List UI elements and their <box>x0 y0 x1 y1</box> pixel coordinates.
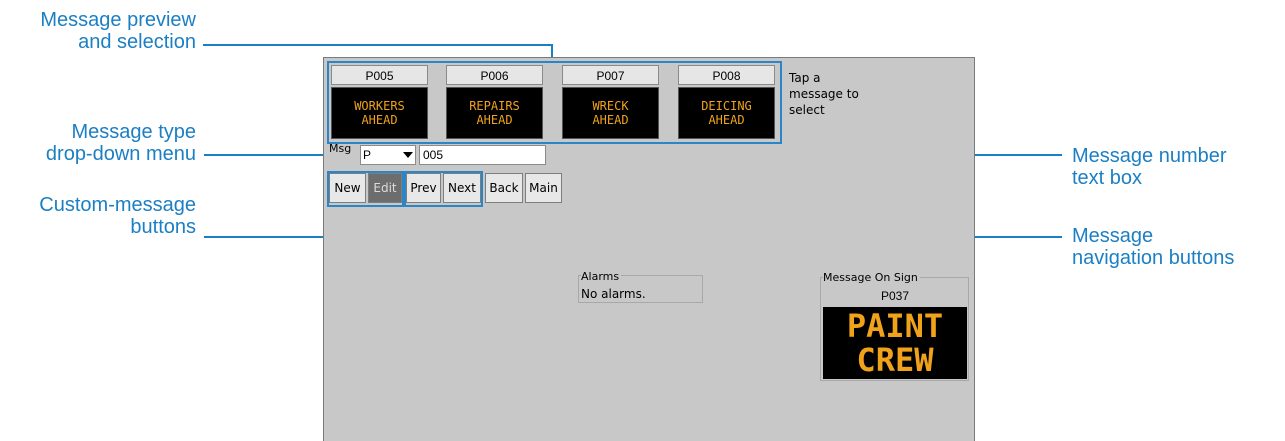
number-box-callout-line1: Message number <box>1072 145 1227 167</box>
preview-callout-line1: Message preview <box>40 9 196 31</box>
nav-buttons-callout: Message navigation buttons <box>1072 225 1282 269</box>
message-type-value: P <box>363 148 372 162</box>
sign-line1: PAINT <box>846 307 944 345</box>
message-number-value: 005 <box>423 148 444 162</box>
custom-buttons-callout-line2: buttons <box>130 216 196 238</box>
alarms-title: Alarms <box>581 270 622 283</box>
sign-display: PAINT CREW <box>823 307 967 379</box>
message-on-sign-title: Message On Sign <box>823 271 920 284</box>
message-preview-highlight <box>327 61 782 144</box>
custom-buttons-callout-line1: Custom-message <box>39 194 196 216</box>
message-type-select[interactable]: P <box>360 145 416 165</box>
sign-message-id: P037 <box>880 289 910 303</box>
main-button[interactable]: Main <box>525 173 562 203</box>
type-menu-callout-line1: Message type <box>71 121 196 143</box>
number-box-callout-line2: text box <box>1072 167 1143 189</box>
nav-buttons-callout-line1: Message <box>1072 225 1154 247</box>
msg-label: Msg <box>329 142 352 155</box>
preview-callout-line2: and selection <box>78 31 196 53</box>
alarms-status-text: No alarms. <box>581 287 646 301</box>
message-number-input[interactable]: 005 <box>419 145 546 165</box>
nav-buttons-callout-line2: navigation buttons <box>1072 247 1235 269</box>
custom-buttons-highlight <box>327 171 404 207</box>
type-menu-callout-line2: drop-down menu <box>45 143 196 165</box>
chevron-down-icon[interactable] <box>403 152 413 158</box>
back-button[interactable]: Back <box>485 173 523 203</box>
preview-callout: Message preview and selection <box>0 9 196 53</box>
custom-buttons-callout: Custom-message buttons <box>0 194 196 238</box>
select-hint-text: Tap a message to select <box>789 71 859 117</box>
type-menu-callout: Message type drop-down menu <box>0 121 196 165</box>
nav-buttons-highlight <box>404 171 483 207</box>
sign-line2: CREW <box>856 341 934 379</box>
number-box-callout: Message number text box <box>1072 145 1272 189</box>
